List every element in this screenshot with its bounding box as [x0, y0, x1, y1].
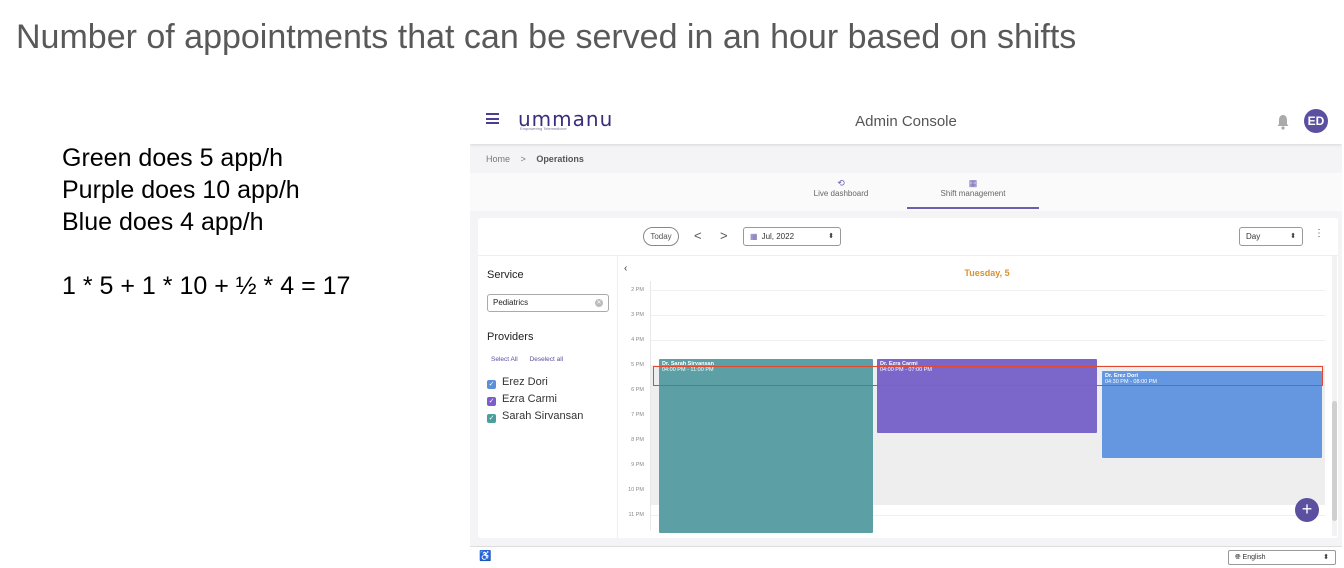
accessibility-icon[interactable]: ♿ — [479, 551, 491, 562]
provider-checkbox-sarah-sirvansan[interactable]: ✓ Sarah Sirvansan — [487, 410, 583, 423]
globe-icon: 🌐︎ — [1235, 554, 1243, 561]
provider-name: Erez Dori — [502, 376, 548, 388]
time-label: 10 PM — [628, 487, 644, 493]
checkbox-checked-icon: ✓ — [487, 397, 496, 406]
service-input[interactable]: Pediatrics ✕ — [487, 294, 609, 312]
shift-block-erez-dori[interactable]: Dr. Erez Dori 04:30 PM - 08:00 PM — [1102, 371, 1322, 458]
month-select[interactable]: ▦ Jul, 2022 ⬍ — [743, 227, 841, 246]
day-calendar: Tuesday, 5 2 PM 3 PM 4 PM 5 PM 6 PM 7 PM 8 PM 9… — [620, 256, 1338, 538]
breadcrumb-separator: > — [520, 154, 526, 164]
shift-panel: Today < > ▦ Jul, 2022 ⬍ Day ⬍ ⋮ Service P… — [478, 218, 1338, 538]
time-label: 2 PM — [631, 287, 644, 293]
breadcrumb: Home > Operations — [470, 148, 1342, 172]
admin-console-screenshot: ummanu Empowering Telemedicine Admin Con… — [470, 98, 1342, 568]
shift-time: 04:00 PM - 11:00 PM — [662, 367, 714, 373]
provider-checkbox-erez-dori[interactable]: ✓ Erez Dori — [487, 376, 548, 389]
day-heading: Tuesday, 5 — [964, 268, 1010, 278]
provider-checkbox-ezra-carmi[interactable]: ✓ Ezra Carmi — [487, 393, 557, 406]
calendar-grid[interactable]: Dr. Sarah Sirvansan 04:00 PM - 11:00 PM … — [650, 281, 1325, 533]
calendar-toolbar: Today < > ▦ Jul, 2022 ⬍ Day ⬍ ⋮ — [478, 218, 1338, 256]
add-shift-button[interactable]: + — [1295, 498, 1319, 522]
time-label: 5 PM — [631, 362, 644, 368]
shift-time: 04:00 PM - 07:00 PM — [880, 367, 932, 373]
select-all-link[interactable]: Select All — [491, 356, 518, 363]
shift-block-sarah-sirvansan[interactable]: Dr. Sarah Sirvansan 04:00 PM - 11:00 PM — [659, 359, 873, 533]
shift-time: 04:30 PM - 08:00 PM — [1105, 379, 1157, 385]
footer: ♿ 🌐︎ English ⬍ — [470, 546, 1342, 568]
note-green: Green does 5 app/h — [62, 144, 283, 172]
formula: 1 * 5 + 1 * 10 + ½ * 4 = 17 — [62, 272, 351, 300]
breadcrumb-current: Operations — [536, 154, 584, 164]
language-value: English — [1242, 554, 1266, 561]
view-value: Day — [1246, 232, 1261, 241]
filter-sidebar: Service Pediatrics ✕ Providers Select Al… — [478, 256, 618, 538]
tab-label: Live dashboard — [813, 189, 869, 198]
breadcrumb-home[interactable]: Home — [486, 154, 510, 164]
time-label: 4 PM — [631, 337, 644, 343]
time-label: 8 PM — [631, 437, 644, 443]
hamburger-menu-icon[interactable] — [486, 113, 499, 124]
calendar-scrollbar[interactable] — [1332, 256, 1337, 536]
slide-title: Number of appointments that can be serve… — [16, 18, 1077, 56]
refresh-icon: ⟲ — [837, 178, 845, 188]
grid-line — [651, 290, 1325, 291]
service-value: Pediatrics — [493, 298, 529, 307]
note-blue: Blue does 4 app/h — [62, 208, 264, 236]
provider-name: Ezra Carmi — [502, 393, 558, 405]
time-label: 3 PM — [631, 312, 644, 318]
calendar-icon: ▦ — [750, 232, 758, 241]
calendar-icon: ▦ — [968, 178, 978, 188]
caret-icon: ⬍ — [1290, 233, 1296, 240]
scrollbar-thumb[interactable] — [1332, 401, 1337, 521]
more-options-icon[interactable]: ⋮ — [1314, 228, 1324, 239]
time-label: 6 PM — [631, 387, 644, 393]
top-bar: ummanu Empowering Telemedicine Admin Con… — [470, 98, 1342, 144]
language-select[interactable]: 🌐︎ English ⬍ — [1228, 550, 1336, 565]
tab-live-dashboard[interactable]: ⟲ Live dashboard — [775, 175, 907, 209]
tab-shift-management[interactable]: ▦ Shift management — [907, 175, 1039, 209]
next-arrow-icon[interactable]: > — [720, 227, 728, 245]
notes: Green does 5 app/h Purple does 10 app/h … — [62, 142, 350, 302]
time-label: 7 PM — [631, 412, 644, 418]
deselect-all-link[interactable]: Deselect all — [530, 356, 564, 363]
grid-line — [651, 315, 1325, 316]
bell-icon[interactable] — [1276, 114, 1290, 130]
time-label: 9 PM — [631, 462, 644, 468]
checkbox-checked-icon: ✓ — [487, 414, 496, 423]
avatar[interactable]: ED — [1304, 109, 1328, 133]
time-label: 11 PM — [628, 512, 645, 518]
view-select[interactable]: Day ⬍ — [1239, 227, 1303, 246]
grid-line — [651, 340, 1325, 341]
note-purple: Purple does 10 app/h — [62, 176, 300, 204]
caret-icon: ⬍ — [828, 233, 834, 240]
clear-icon[interactable]: ✕ — [595, 299, 603, 307]
selection-links: Select All Deselect all — [491, 356, 573, 363]
provider-name: Sarah Sirvansan — [502, 410, 584, 422]
service-label: Service — [487, 269, 524, 281]
month-value: Jul, 2022 — [761, 232, 795, 241]
today-button[interactable]: Today — [643, 227, 679, 246]
checkbox-checked-icon: ✓ — [487, 380, 496, 389]
caret-icon: ⬍ — [1323, 554, 1329, 561]
shift-block-ezra-carmi[interactable]: Dr. Ezra Carmi 04:00 PM - 07:00 PM — [877, 359, 1097, 433]
providers-label: Providers — [487, 331, 534, 343]
tabs-bar: ⟲ Live dashboard ▦ Shift management — [470, 173, 1342, 211]
prev-arrow-icon[interactable]: < — [694, 227, 702, 245]
tab-label: Shift management — [940, 189, 1006, 198]
logo-tagline: Empowering Telemedicine — [520, 126, 567, 131]
